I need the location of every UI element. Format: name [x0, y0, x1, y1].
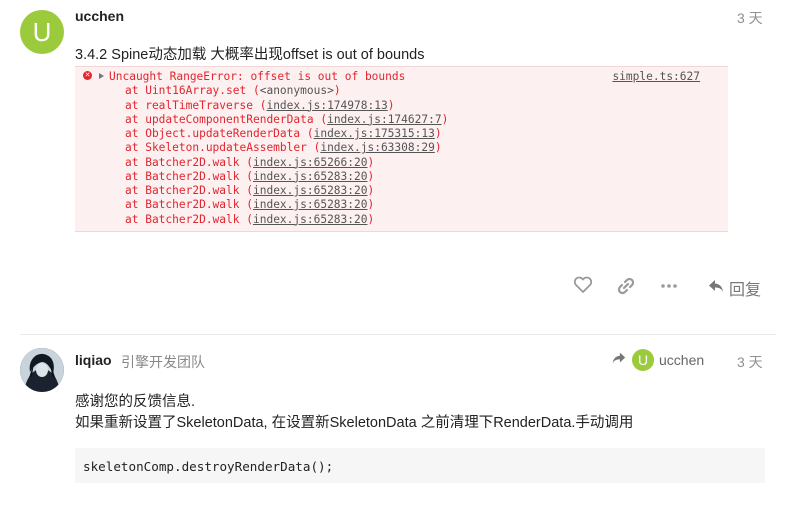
stack-trace-link[interactable]: index.js:63308:29 [320, 141, 435, 154]
reply-button[interactable]: 回复 [707, 276, 761, 300]
code-block: skeletonComp.destroyRenderData(); [75, 448, 765, 483]
post-username[interactable]: ucchen [75, 8, 124, 24]
stack-trace-line: at Skeleton.updateAssembler (index.js:63… [125, 141, 442, 155]
reply-label: 回复 [729, 282, 762, 299]
post-date[interactable]: 3 天 [737, 352, 763, 372]
reply-to[interactable]: U ucchen [611, 349, 704, 371]
stack-trace-link[interactable]: index.js:65283:20 [253, 170, 368, 183]
post-body-line: 如果重新设置了SkeletonData, 在设置新SkeletonData 之前… [75, 415, 634, 431]
reply-arrow-icon [611, 350, 627, 371]
stack-trace-line: at Object.updateRenderData (index.js:175… [125, 127, 442, 140]
stack-trace-link[interactable]: index.js:65283:20 [253, 198, 368, 211]
stack-trace-line: at Batcher2D.walk (index.js:65266:20) [125, 155, 375, 169]
expand-triangle-icon[interactable] [99, 73, 104, 79]
error-icon: ✕ [83, 71, 92, 80]
stack-trace-link[interactable]: index.js:175315:13 [314, 127, 435, 140]
avatar[interactable] [20, 348, 64, 392]
stack-trace-link[interactable]: index.js:174978:13 [266, 99, 387, 112]
error-source-link[interactable]: simple.ts:627 [612, 70, 700, 83]
stack-trace-line: at realTimeTraverse (index.js:174978:13) [125, 98, 395, 112]
stack-trace-link[interactable]: index.js:174627:7 [327, 113, 442, 126]
post-username[interactable]: liqiao [75, 352, 112, 368]
user-group[interactable]: 引擎开发团队 [121, 352, 205, 372]
more-icon[interactable] [660, 276, 678, 301]
stack-trace-line: at Uint16Array.set (<anonymous>) [125, 84, 341, 98]
post-title-text: 3.4.2 Spine动态加载 大概率出现offset is out of bo… [75, 47, 425, 63]
heart-icon[interactable] [573, 276, 593, 299]
stack-trace-link[interactable]: index.js:65283:20 [253, 184, 368, 197]
error-log-box: ✕ Uncaught RangeError: offset is out of … [75, 66, 728, 232]
stack-trace-line: at Batcher2D.walk (index.js:65283:20) [125, 169, 375, 183]
stack-trace-line: at Batcher2D.walk (index.js:65283:20) [125, 212, 375, 226]
post-body-line: 感谢您的反馈信息. [75, 394, 196, 410]
link-icon[interactable] [616, 276, 636, 301]
post-date[interactable]: 3 天 [737, 8, 763, 28]
stack-trace-line: at Batcher2D.walk (index.js:65283:20) [125, 184, 375, 197]
code-text: skeletonComp.destroyRenderData(); [83, 459, 334, 474]
error-message: Uncaught RangeError: offset is out of bo… [109, 70, 406, 83]
avatar[interactable]: U [20, 10, 64, 54]
reply-arrow-icon [707, 277, 725, 300]
stack-trace-link[interactable]: index.js:65266:20 [253, 156, 368, 169]
post-divider [20, 334, 776, 335]
stack-trace-line: at updateComponentRenderData (index.js:1… [125, 112, 449, 126]
reply-to-avatar: U [632, 349, 654, 371]
stack-trace-link[interactable]: index.js:65283:20 [253, 213, 368, 226]
reply-to-username: ucchen [659, 352, 705, 368]
stack-trace-line: at Batcher2D.walk (index.js:65283:20) [125, 198, 375, 212]
